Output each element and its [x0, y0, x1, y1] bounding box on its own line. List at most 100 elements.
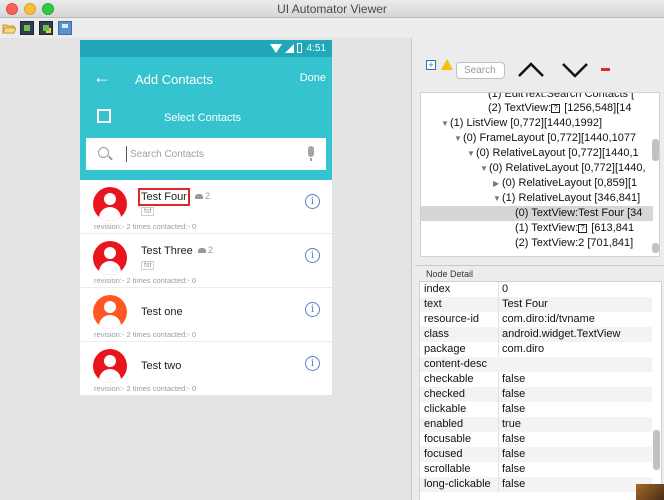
hierarchy-scrollbar[interactable]: [652, 139, 659, 161]
window-title: UI Automator Viewer: [277, 2, 387, 16]
detail-row[interactable]: text Test Four: [420, 297, 652, 312]
unknown-glyph-icon: ?: [551, 103, 561, 113]
tree-node[interactable]: (2) TextView:? [1256,548][14: [421, 101, 653, 116]
detail-row[interactable]: long-clickable false: [420, 477, 652, 492]
battery-icon: [297, 43, 302, 53]
tree-node[interactable]: (1) TextView:? [613,841: [421, 221, 653, 236]
device-screen[interactable]: 4:51 ← Add Contacts Done Select Contacts…: [80, 40, 332, 395]
hierarchy-search-input[interactable]: [456, 62, 505, 79]
contact-name: Test one: [141, 306, 183, 318]
hierarchy-tree[interactable]: (1) EditText:Search Contacts [ (2) TextV…: [420, 92, 660, 257]
open-folder-icon[interactable]: [2, 21, 16, 35]
avatar: [93, 349, 127, 383]
avatar: [93, 187, 127, 221]
expanded-arrow-icon[interactable]: ▼: [467, 146, 476, 161]
previous-result-icon[interactable]: [517, 60, 545, 78]
node-detail-title: Node Detail: [426, 269, 474, 279]
wifi-icon: [270, 44, 282, 53]
collapsed-arrow-icon[interactable]: ▶: [493, 176, 502, 191]
expanded-arrow-icon[interactable]: ▼: [454, 131, 463, 146]
hierarchy-scrollbar-lower[interactable]: [652, 243, 659, 253]
member-count: 2: [198, 245, 213, 255]
tree-node[interactable]: ▼(1) ListView [0,772][1440,1992]: [421, 116, 653, 131]
search-box: [86, 138, 326, 170]
detail-row[interactable]: scrollable false: [420, 462, 652, 477]
detail-row[interactable]: focusable false: [420, 432, 652, 447]
contact-name: Test two: [141, 360, 182, 372]
device-screenshot-icon[interactable]: [20, 21, 34, 35]
expanded-arrow-icon[interactable]: ▼: [493, 191, 502, 206]
detail-row[interactable]: resource-id com.diro:id/tvname: [420, 312, 652, 327]
zoom-window-button[interactable]: [42, 3, 54, 15]
detail-row[interactable]: class android.widget.TextView: [420, 327, 652, 342]
done-button[interactable]: Done: [300, 72, 326, 84]
contact-row[interactable]: Test two revision:- 2 times contacted:- …: [80, 342, 332, 395]
contact-row[interactable]: Test Three 2 fsf revision:- 2 times cont…: [80, 234, 332, 288]
select-all-checkbox[interactable]: [97, 109, 111, 123]
detail-row[interactable]: enabled true: [420, 417, 652, 432]
app-bar: ← Add Contacts Done: [80, 57, 332, 102]
device-screenshot-compressed-icon[interactable]: [39, 21, 53, 35]
search-contacts-input[interactable]: [126, 146, 296, 162]
tree-node-selected[interactable]: (0) TextView:Test Four [34: [421, 206, 653, 221]
avatar: [93, 295, 127, 329]
save-icon[interactable]: [58, 21, 72, 35]
tree-node[interactable]: ▼(0) RelativeLayout [0,772][1440,: [421, 161, 653, 176]
tree-node[interactable]: ▼(0) FrameLayout [0,772][1440,1077: [421, 131, 653, 146]
detail-row[interactable]: checked false: [420, 387, 652, 402]
back-arrow-icon[interactable]: ←: [93, 67, 111, 88]
next-result-icon[interactable]: [561, 60, 589, 78]
search-area: [80, 134, 332, 180]
detail-row[interactable]: content-desc: [420, 357, 652, 372]
signal-icon: [285, 44, 294, 53]
clear-search-icon[interactable]: [601, 68, 610, 71]
tree-node[interactable]: ▶ (0) RelativeLayout [0,859][1: [421, 176, 653, 191]
contact-meta: revision:- 2 times contacted:- 0: [94, 276, 197, 285]
group-icon: [195, 194, 203, 200]
screenshot-panel[interactable]: 4:51 ← Add Contacts Done Select Contacts…: [0, 38, 412, 500]
close-window-button[interactable]: [6, 3, 18, 15]
contact-row[interactable]: Test one revision:- 2 times contacted:- …: [80, 288, 332, 342]
contact-name: Test Four: [138, 188, 190, 206]
window-title-bar: UI Automator Viewer: [0, 0, 664, 18]
contact-name: Test Three: [141, 245, 193, 257]
member-count: 2: [195, 191, 210, 201]
search-icon: [98, 147, 109, 158]
detail-scrollbar[interactable]: [653, 430, 660, 470]
contact-tag: fsf: [141, 261, 155, 270]
detail-row[interactable]: focused false: [420, 447, 652, 462]
detail-row[interactable]: package com.diro: [420, 342, 652, 357]
microphone-icon[interactable]: [308, 146, 314, 161]
hierarchy-panel: + (1) EditText:Search Contacts [ (2) Tex…: [415, 38, 664, 263]
contact-meta: revision:- 2 times contacted:- 0: [94, 384, 197, 393]
tree-node[interactable]: (2) TextView:2 [701,841]: [421, 236, 653, 251]
contact-meta: revision:- 2 times contacted:- 0: [94, 330, 197, 339]
tree-node[interactable]: ▼(1) RelativeLayout [346,841]: [421, 191, 653, 206]
info-icon[interactable]: i: [305, 302, 320, 317]
node-detail-table[interactable]: index 0 text Test Four resource-id com.diro…: [419, 281, 662, 500]
group-icon: [198, 248, 206, 254]
detail-row[interactable]: checkable false: [420, 372, 652, 387]
tree-node[interactable]: ▼(0) RelativeLayout [0,772][1440,1: [421, 146, 653, 161]
detail-row[interactable]: clickable false: [420, 402, 652, 417]
expanded-arrow-icon[interactable]: ▼: [480, 161, 489, 176]
info-icon[interactable]: i: [305, 194, 320, 209]
minimize-window-button[interactable]: [24, 3, 36, 15]
warning-icon[interactable]: [441, 59, 453, 70]
device-status-bar: 4:51: [80, 40, 332, 57]
contact-meta: revision:- 2 times contacted:- 0: [94, 222, 197, 231]
unknown-glyph-icon: ?: [578, 223, 588, 233]
main-toolbar: [0, 18, 664, 38]
select-contacts-label: Select Contacts: [164, 112, 242, 124]
expanded-arrow-icon[interactable]: ▼: [441, 116, 450, 131]
contact-tag: fsf: [141, 207, 155, 216]
page-title: Add Contacts: [135, 72, 214, 87]
detail-row[interactable]: index 0: [420, 282, 652, 297]
select-all-bar: Select Contacts: [80, 102, 332, 134]
desktop-wallpaper-corner: [636, 484, 664, 500]
info-icon[interactable]: i: [305, 248, 320, 263]
expand-all-icon[interactable]: +: [426, 60, 436, 70]
info-icon[interactable]: i: [305, 356, 320, 371]
contact-row[interactable]: Test Four 2 fsf revision:- 2 times conta…: [80, 180, 332, 234]
hierarchy-toolbar: +: [415, 52, 664, 84]
